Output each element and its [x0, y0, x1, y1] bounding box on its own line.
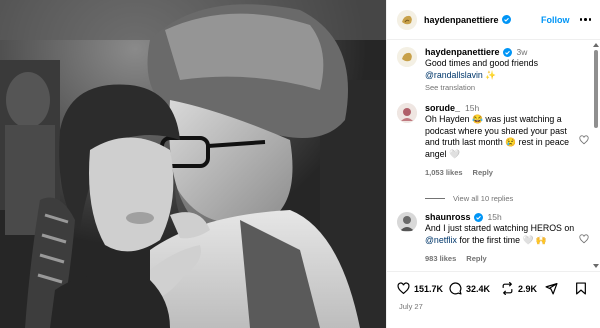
comments-list: haydenpanettiere 3w Good times and good …: [387, 40, 593, 271]
like-comment-heart-icon[interactable]: [579, 135, 589, 145]
comment-text-part: Oh Hayden: [425, 114, 470, 124]
avatar-image: [397, 47, 417, 67]
scroll-up-arrow-icon[interactable]: [593, 42, 599, 48]
reply-button[interactable]: Reply: [466, 254, 486, 263]
caption-text-main: Good times and good friends: [425, 58, 538, 68]
verified-badge-icon: [502, 47, 512, 57]
see-translation-link[interactable]: See translation: [425, 83, 575, 92]
comment-meta: 983 likes Reply: [425, 254, 575, 263]
author-username[interactable]: haydenpanettiere: [424, 15, 499, 25]
comment-likes[interactable]: 1,053 likes: [425, 168, 463, 177]
caption-avatar[interactable]: [397, 47, 417, 67]
sad-emoji: 😢: [505, 137, 517, 147]
comment-icon[interactable]: [449, 282, 462, 295]
comment-text: Oh Hayden 😂 was just watching a podcast …: [425, 114, 575, 160]
comment-mention[interactable]: @netflix: [425, 235, 457, 245]
comment-avatar[interactable]: [397, 212, 417, 232]
send-icon[interactable]: [545, 282, 558, 295]
scrollbar-thumb[interactable]: [594, 50, 598, 128]
comment-likes[interactable]: 983 likes: [425, 254, 456, 263]
view-all-label: View all 10 replies: [453, 194, 514, 203]
comment-username[interactable]: sorude_: [425, 103, 460, 113]
save-action[interactable]: [575, 282, 587, 295]
caption-row: haydenpanettiere 3w Good times and good …: [397, 47, 591, 92]
verified-badge-icon: [501, 15, 511, 24]
send-action[interactable]: [545, 282, 558, 295]
share-count[interactable]: 2.9K: [518, 284, 537, 294]
caption-time[interactable]: 3w: [517, 47, 528, 57]
white-heart-emoji: 🤍: [448, 148, 460, 159]
sparkle-emoji: ✨: [485, 69, 497, 80]
comment-text: And I just started watching HEROS on @ne…: [425, 223, 575, 246]
photo-image: [0, 0, 386, 328]
reply-button[interactable]: Reply: [473, 168, 493, 177]
post-side-panel: haydenpanettiere Follow haydenpanettiere…: [386, 0, 600, 328]
view-all-replies[interactable]: View all 10 replies: [425, 194, 513, 203]
more-options-icon[interactable]: [579, 18, 591, 21]
comment-text-part: for the first time: [459, 234, 520, 245]
post-header: haydenpanettiere Follow: [387, 0, 600, 40]
comment-meta: 1,053 likes Reply: [425, 168, 575, 177]
raised-hands-emoji: 🙌: [535, 234, 547, 245]
comment-body: sorude_ 15h Oh Hayden 😂 was just watchin…: [425, 103, 575, 177]
comment-action[interactable]: 32.4K: [449, 282, 490, 295]
like-comment-heart-icon[interactable]: [579, 234, 589, 244]
instagram-post: haydenpanettiere Follow haydenpanettiere…: [0, 0, 600, 328]
comment-avatar[interactable]: [397, 103, 417, 123]
caption-text: Good times and good friends @randallslav…: [425, 58, 575, 81]
avatar-image: [397, 212, 417, 232]
comment-text-part: And I just started watching HEROS on: [425, 223, 575, 233]
comments-scrollbar[interactable]: [593, 40, 599, 271]
like-action[interactable]: 151.7K: [397, 282, 443, 295]
avatar-image: [397, 9, 417, 30]
repost-icon[interactable]: [501, 282, 514, 295]
verified-badge-icon: [473, 212, 483, 222]
author-avatar[interactable]: [397, 9, 417, 30]
avatar-image: [397, 103, 417, 123]
comment-username[interactable]: shaunross: [425, 212, 471, 222]
scroll-down-arrow-icon[interactable]: [593, 263, 599, 269]
heart-icon[interactable]: [397, 282, 410, 295]
comment-body: shaunross 15h And I just started watchin…: [425, 212, 575, 263]
comment-row: shaunross 15h And I just started watchin…: [397, 212, 591, 263]
post-photo[interactable]: [0, 0, 386, 328]
caption-mention[interactable]: @randallslavin: [425, 70, 483, 80]
follow-button[interactable]: Follow: [541, 15, 570, 25]
bookmark-icon[interactable]: [575, 282, 587, 295]
share-action[interactable]: 2.9K: [501, 282, 537, 295]
like-count[interactable]: 151.7K: [414, 284, 443, 294]
comment-time[interactable]: 15h: [488, 212, 502, 222]
laughing-emoji: 😂: [471, 114, 483, 124]
caption-body: haydenpanettiere 3w Good times and good …: [425, 47, 575, 92]
comment-count[interactable]: 32.4K: [466, 284, 490, 294]
comment-time[interactable]: 15h: [465, 103, 479, 113]
view-all-dash: [425, 198, 445, 199]
caption-username[interactable]: haydenpanettiere: [425, 47, 500, 57]
white-heart-emoji: 🤍: [522, 234, 534, 245]
post-actions: 151.7K 32.4K 2.9K July 27: [387, 271, 600, 328]
post-date[interactable]: July 27: [399, 302, 423, 311]
comment-row: sorude_ 15h Oh Hayden 😂 was just watchin…: [397, 103, 591, 177]
